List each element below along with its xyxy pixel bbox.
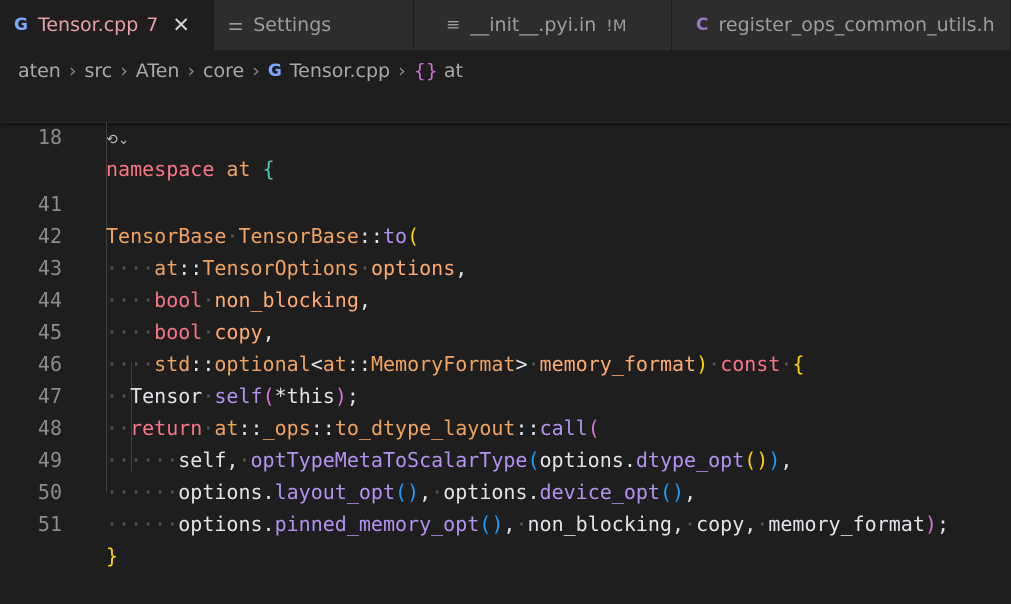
code-line: 44 ····bool·copy, xyxy=(0,252,1011,344)
line-number: 18 xyxy=(37,125,62,149)
code-line: 47 ··return·at::_ops::to_dtype_layout::c… xyxy=(0,348,1011,440)
fold-toggle-icon[interactable]: ⟲⌄ xyxy=(106,132,129,148)
tab-register-ops-common-utils[interactable]: C register_ops_common_utils.h xyxy=(672,0,1011,50)
code-line: 45 ····std::optional<at::MemoryFormat>·m… xyxy=(0,284,1011,376)
cpp-icon: G xyxy=(14,15,28,35)
code-line: 50 ······options.pinned_memory_opt(),·no… xyxy=(0,444,1011,536)
breadcrumb-item[interactable]: aten xyxy=(18,60,61,82)
code-line: 42 ····at::TensorOptions·options, xyxy=(0,188,1011,280)
settings-sliders-icon: ⚌ xyxy=(228,15,244,35)
namespace-icon: {} xyxy=(413,60,438,82)
tab-tensor-cpp[interactable]: G Tensor.cpp 7 ✕ xyxy=(0,0,214,50)
breadcrumb-item[interactable]: src xyxy=(84,60,112,82)
chevron-right-icon: › xyxy=(187,60,196,82)
tab-label: register_ops_common_utils.h xyxy=(718,14,995,36)
code-line: 49 ······options.layout_opt(),·options.d… xyxy=(0,412,1011,504)
tab-label: __init__.pyi.in xyxy=(470,14,597,36)
variable-token: options xyxy=(178,512,263,536)
chevron-right-icon: › xyxy=(398,60,406,82)
variable-token: copy xyxy=(696,512,745,536)
tab-init-pyi-in[interactable]: ≡ __init__.pyi.in !M xyxy=(414,0,672,50)
tab-label: Settings xyxy=(253,14,332,36)
breadcrumb-item[interactable]: ATen xyxy=(136,60,180,82)
code-editor[interactable]: 18 namespace at { ⟲⌄ 41 TensorBase·Tenso… xyxy=(0,89,1011,568)
variable-token: memory_format xyxy=(768,512,925,536)
breadcrumb-item[interactable]: core xyxy=(203,60,244,82)
code-line: 43 ····bool·non_blocking, xyxy=(0,220,1011,312)
code-line: 51 } xyxy=(0,476,1011,568)
text-file-icon: ≡ xyxy=(446,15,461,35)
tab-bar: G Tensor.cpp 7 ✕ ⚌ Settings ≡ __init__.p… xyxy=(0,0,1011,50)
git-status-badge: !M xyxy=(606,15,627,35)
breadcrumb-item[interactable]: Tensor.cpp xyxy=(290,60,390,82)
chevron-right-icon: › xyxy=(120,60,128,82)
breadcrumb-item[interactable]: at xyxy=(444,60,463,82)
code-line: 48 ······self,·optTypeMetaToScalarType(o… xyxy=(0,380,1011,472)
code-line: 41 TensorBase·TensorBase::to( xyxy=(0,156,1011,248)
cpp-icon: G xyxy=(267,61,282,81)
breadcrumb: aten › src › ATen › core › G Tensor.cpp … xyxy=(0,50,1011,92)
problem-count-badge: 7 xyxy=(146,14,159,36)
chevron-right-icon: › xyxy=(68,60,77,82)
code-line: 46 ··Tensor·self(*this); xyxy=(0,316,1011,408)
chevron-right-icon: › xyxy=(252,60,260,82)
close-icon[interactable]: ✕ xyxy=(172,13,190,37)
tab-settings[interactable]: ⚌ Settings xyxy=(214,0,414,50)
function-token: pinned_memory_opt xyxy=(274,512,480,536)
code-line: 18 namespace at { xyxy=(0,89,1011,181)
c-header-icon: C xyxy=(696,15,709,35)
sticky-scroll-header[interactable]: 18 namespace at { xyxy=(0,89,1011,181)
tab-label: Tensor.cpp xyxy=(37,14,139,36)
variable-token: non_blocking xyxy=(527,512,672,536)
line-number: 51 xyxy=(37,512,62,536)
